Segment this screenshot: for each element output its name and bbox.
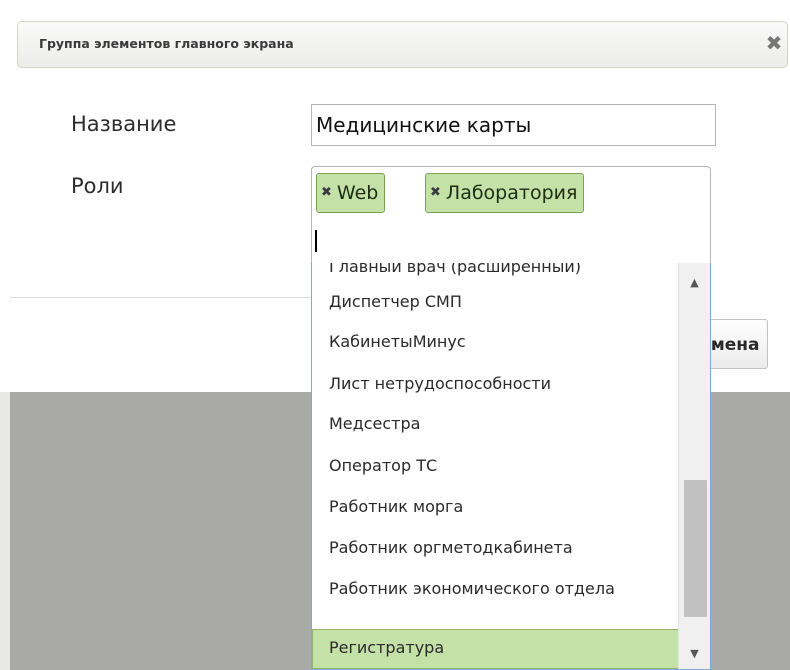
dropdown-option[interactable]: КабинетыМинус xyxy=(312,324,679,366)
role-tag-laboratory: ✖ Лаборатория xyxy=(425,173,585,213)
triangle-down-icon[interactable]: ▼ xyxy=(679,642,710,666)
dropdown-option[interactable]: Главный врач (расширенный) xyxy=(312,263,679,284)
dropdown-option-selected[interactable]: Регистратура xyxy=(312,629,679,669)
close-icon[interactable]: ✖ xyxy=(762,31,786,55)
dropdown-options: Главный врач (расширенный) Диспетчер СМП… xyxy=(312,263,679,669)
name-label: Название xyxy=(71,112,177,136)
roles-dropdown-list: Главный врач (расширенный) Диспетчер СМП… xyxy=(311,263,711,670)
dropdown-option[interactable]: Работник оргметодкабинета xyxy=(312,530,679,571)
text-cursor xyxy=(315,230,317,252)
dropdown-scrollbar[interactable]: ▲ ▼ xyxy=(678,263,710,669)
role-tag-label: Web xyxy=(336,182,379,204)
dropdown-option[interactable]: Оператор ТС xyxy=(312,448,679,489)
roles-multiselect[interactable]: ✖ Web ✖ Лаборатория xyxy=(311,166,711,266)
role-tag-web: ✖ Web xyxy=(316,173,386,213)
dropdown-viewport: Главный врач (расширенный) Диспетчер СМП… xyxy=(312,263,679,669)
role-tag-label: Лаборатория xyxy=(445,182,578,204)
dropdown-option[interactable]: Лист нетрудоспособности xyxy=(312,366,679,406)
dropdown-option[interactable]: Медсестра xyxy=(312,406,679,448)
dialog-titlebar: Группа элементов главного экрана ✖ xyxy=(17,21,788,68)
name-input[interactable] xyxy=(311,104,716,146)
remove-tag-icon[interactable]: ✖ xyxy=(430,174,441,212)
remove-tag-icon[interactable]: ✖ xyxy=(321,174,332,212)
dropdown-option[interactable]: Диспетчер СМП xyxy=(312,284,679,324)
scrollbar-thumb[interactable] xyxy=(684,480,707,617)
dialog-title: Группа элементов главного экрана xyxy=(39,36,294,51)
dropdown-option[interactable]: Работник экономического отдела xyxy=(312,571,679,629)
roles-label: Роли xyxy=(71,174,124,198)
dropdown-option[interactable]: Работник морга xyxy=(312,489,679,530)
triangle-up-icon[interactable]: ▲ xyxy=(679,271,710,295)
footer-divider xyxy=(10,297,312,298)
